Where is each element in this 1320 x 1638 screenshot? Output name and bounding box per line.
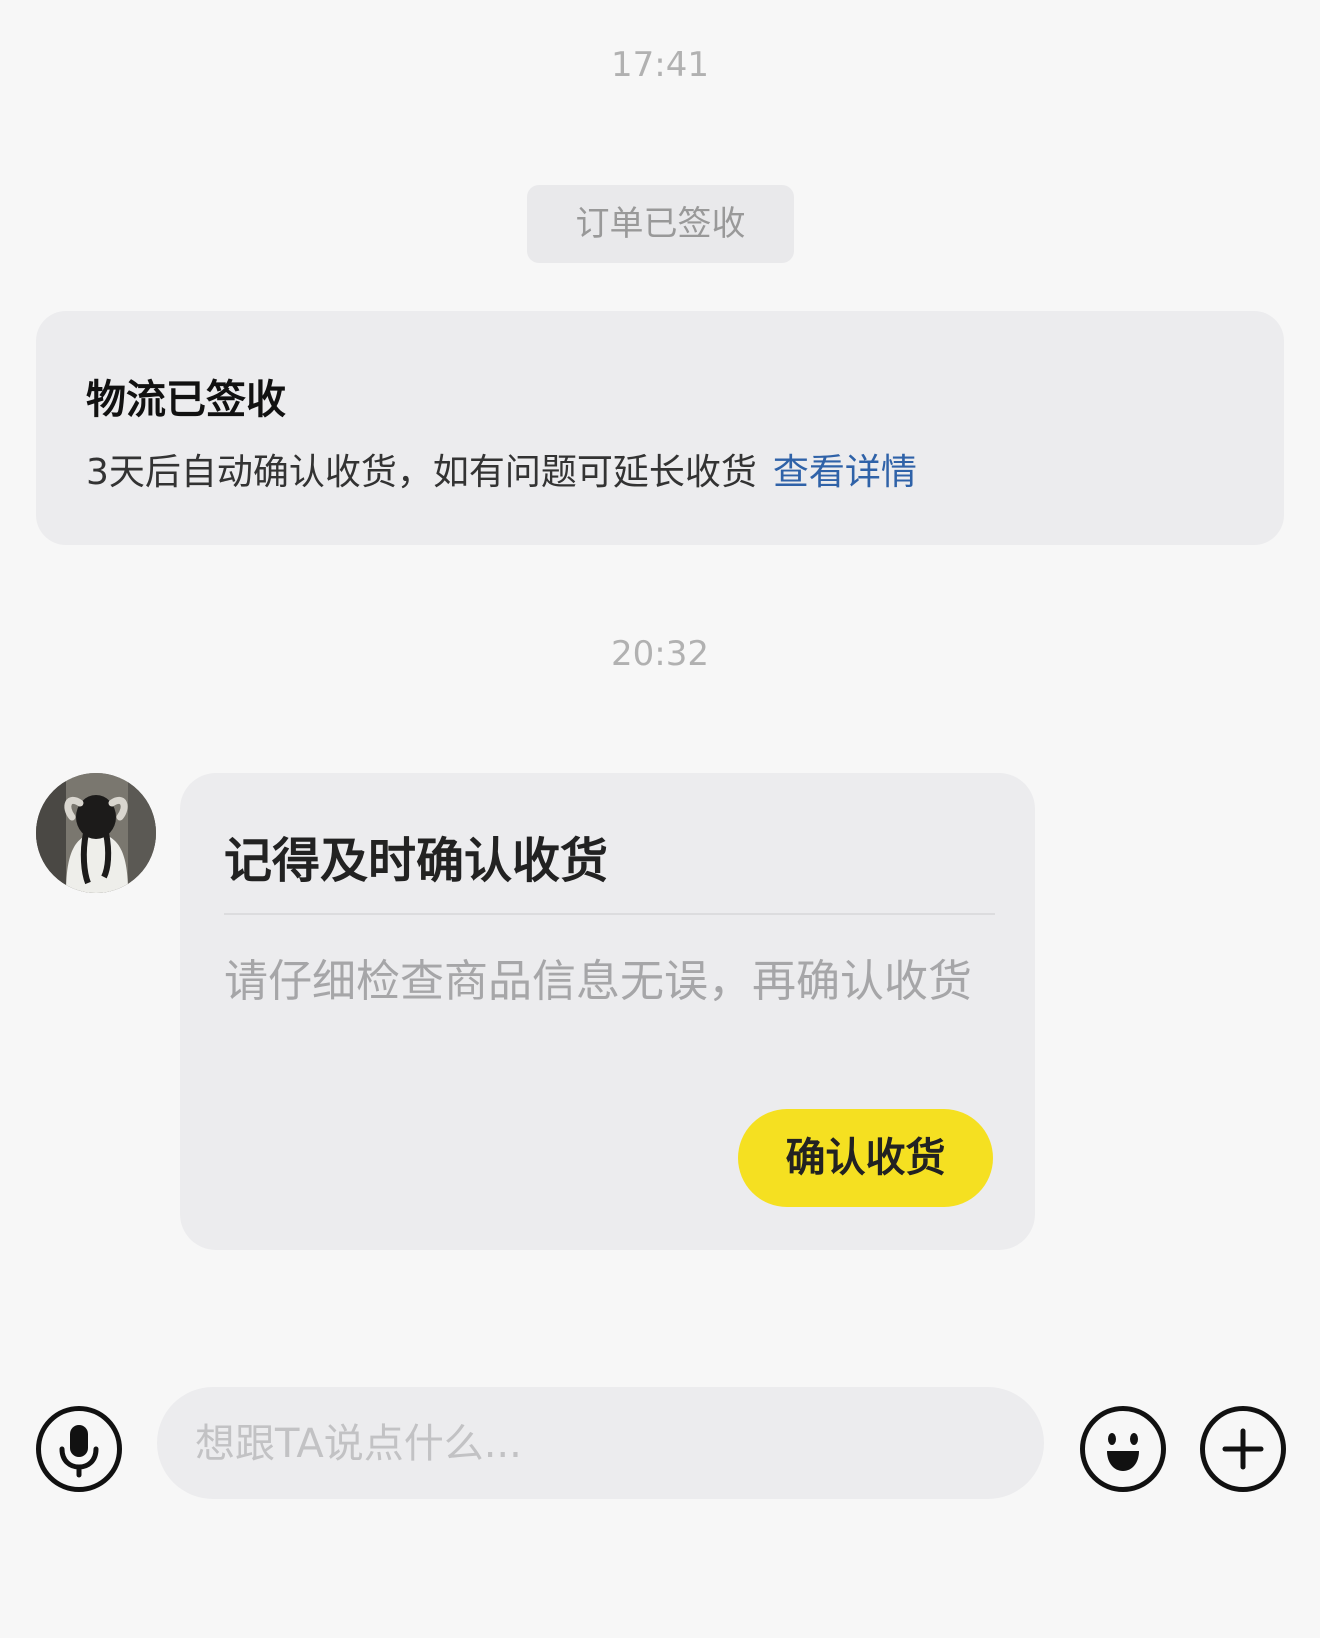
message-input-box[interactable] <box>157 1387 1044 1501</box>
voice-button[interactable] <box>36 1406 122 1492</box>
timestamp: 20:32 <box>611 634 709 674</box>
divider <box>224 913 995 915</box>
logistics-title: 物流已签收 <box>86 377 286 423</box>
logistics-description-text: 3天后自动确认收货，如有问题可延长收货 <box>86 452 757 493</box>
confirm-receipt-button[interactable]: 确认收货 <box>738 1109 993 1207</box>
logistics-card: 物流已签收 3天后自动确认收货，如有问题可延长收货 查看详情 <box>36 311 1284 545</box>
message-card: 记得及时确认收货 请仔细检查商品信息无误，再确认收货 确认收货 <box>180 773 1035 1250</box>
message-body: 请仔细检查商品信息无误，再确认收货 <box>224 956 972 1007</box>
microphone-icon <box>59 1425 99 1478</box>
timestamp: 17:41 <box>611 45 709 85</box>
message-title: 记得及时确认收货 <box>224 833 609 889</box>
avatar-image <box>36 773 156 893</box>
system-notice: 订单已签收 <box>527 185 794 263</box>
plus-icon <box>1222 1428 1264 1470</box>
view-details-link[interactable]: 查看详情 <box>773 452 917 493</box>
message-input[interactable] <box>193 1387 1017 1501</box>
emoji-icon <box>1107 1433 1139 1471</box>
logistics-description: 3天后自动确认收货，如有问题可延长收货 查看详情 <box>86 443 917 495</box>
avatar[interactable] <box>36 773 156 893</box>
emoji-button[interactable] <box>1080 1406 1166 1492</box>
more-button[interactable] <box>1200 1406 1286 1492</box>
